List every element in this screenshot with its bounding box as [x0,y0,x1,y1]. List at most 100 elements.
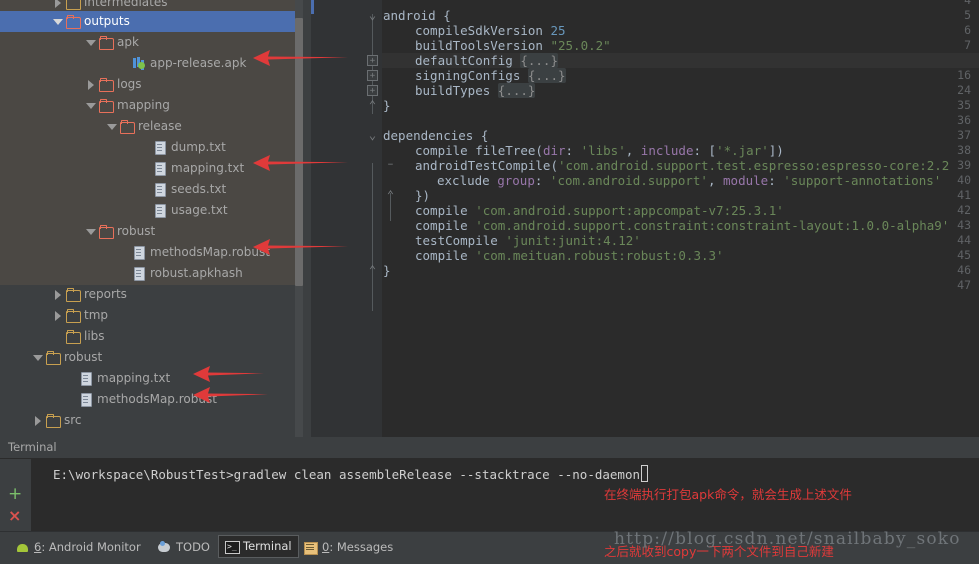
tree-row-label: intermediates [84,0,168,9]
tree-row[interactable]: methodsMap.robust [0,242,303,263]
tool-window-button-terminal[interactable]: Terminal [218,535,299,558]
tree-row[interactable]: app-release.apk [0,53,303,74]
tree-row[interactable]: robust [0,221,303,242]
fold-end-icon[interactable]: ⌃ [367,264,378,276]
tree-row[interactable]: robust [0,347,303,368]
line-number: 36 [957,113,971,127]
chevron-right-icon[interactable] [53,0,64,8]
twisty-spacer-icon [119,268,130,279]
project-tree-panel[interactable]: intermediates outputs apk app-release.apk lo… [0,0,311,437]
tree-row-label: app-release.apk [150,56,247,70]
tree-row[interactable]: logs [0,74,303,95]
tree-row-label: usage.txt [171,203,228,217]
tree-row-label: methodsMap.robust [150,245,270,259]
tool-window-button-android-monitor[interactable]: 6: Android Monitor [10,536,147,558]
tree-row[interactable]: reports [0,284,303,305]
line-number: 42 [957,203,971,217]
code-line: androidTestCompile('com.android.support.… [415,158,949,173]
tree-row[interactable]: dump.txt [0,137,303,158]
tree-row-label: robust [64,350,103,364]
chevron-right-icon[interactable] [33,415,44,426]
chevron-right-icon[interactable] [86,79,97,90]
terminal-side-toolbar[interactable]: + × [0,459,31,531]
messages-icon [304,541,318,555]
fold-collapse-icon[interactable]: ⌄ [367,129,378,141]
line-number: 46 [957,263,971,277]
tree-row[interactable]: apk [0,32,303,53]
fold-expand-icon[interactable]: + [367,85,378,96]
twisty-spacer-icon [140,142,151,153]
editor-gutter[interactable] [311,0,364,437]
tree-row[interactable]: seeds.txt [0,179,303,200]
code-token: } [383,98,391,113]
code-line: }) [415,188,430,203]
code-token: 'junit:junit:4.12' [505,233,641,248]
code-token: include [640,143,694,158]
code-token: , [625,143,641,158]
tree-row-label: src [64,413,82,427]
text-file-icon [153,204,167,218]
tree-row[interactable]: src [0,410,303,431]
code-line: compileSdkVersion 25 [415,23,566,38]
terminal-new-session-icon[interactable]: + [8,486,22,503]
chevron-down-icon[interactable] [86,226,97,237]
tree-row-label: seeds.txt [171,182,227,196]
tree-scrollbar-thumb[interactable] [295,18,303,286]
code-token: }) [415,188,431,203]
code-token: androidTestCompile( [415,158,558,173]
code-line: compile 'com.android.support.constraint:… [415,218,949,233]
code-token: : [768,173,784,188]
code-token: : [ [693,143,717,158]
tree-row[interactable]: mapping.txt [0,368,303,389]
tree-row-label: logs [117,77,142,91]
chevron-right-icon[interactable] [53,289,64,300]
code-token: : [565,143,581,158]
fold-expand-icon[interactable]: − [385,160,396,171]
tree-row[interactable]: tmp [0,305,303,326]
tree-row[interactable]: methodsMap.robust [0,389,303,410]
code-line: signingConfigs {...} [415,68,566,83]
chevron-down-icon[interactable] [33,352,44,363]
tree-row[interactable]: usage.txt [0,200,303,221]
text-file-icon [132,246,146,260]
code-editor-panel[interactable]: 45678162435363738394041424344454647 ⌄and… [311,0,979,437]
code-token: 'com.meituan.robust:robust:0.3.3' [475,248,724,263]
fold-end-icon[interactable]: ⌃ [385,189,396,201]
tree-row[interactable]: mapping.txt [0,158,303,179]
chevron-down-icon[interactable] [86,37,97,48]
chevron-down-icon[interactable] [107,121,118,132]
tool-window-button-messages[interactable]: 0: Messages [298,536,399,558]
chevron-down-icon[interactable] [53,16,64,27]
folder-icon [66,288,81,302]
code-token: dependencies { [383,128,489,143]
code-line: } [383,98,391,113]
tree-row[interactable]: mapping [0,95,303,116]
tree-row-label: reports [84,287,127,301]
code-token: compileSdkVersion [415,23,551,38]
code-token: module [723,173,769,188]
code-token: android { [383,8,451,23]
fold-collapse-icon[interactable]: ⌄ [367,9,378,21]
code-line: defaultConfig {...} [415,53,558,68]
fold-expand-icon[interactable]: + [367,55,378,66]
tree-row[interactable]: release [0,116,303,137]
apk-file-icon [132,57,146,70]
tree-row[interactable]: robust.apkhash [0,263,303,284]
tool-window-button-todo[interactable]: TODO [152,536,216,558]
tree-row-label: mapping.txt [171,161,245,175]
line-number: 6 [964,23,971,37]
android-icon [16,541,30,554]
code-token: 'com.android.support' [549,173,708,188]
tree-row[interactable]: outputs [0,11,311,32]
code-token: "25.0.2" [550,38,611,53]
chevron-down-icon[interactable] [86,100,97,111]
fold-expand-icon[interactable]: + [367,70,378,81]
fold-end-icon[interactable]: ⌃ [367,99,378,111]
terminal-close-session-icon[interactable]: × [8,508,21,524]
code-token: 'libs' [580,143,626,158]
code-token: compile fileTree( [415,143,543,158]
tree-row[interactable]: libs [0,326,303,347]
line-number: 7 [964,38,971,52]
chevron-right-icon[interactable] [53,310,64,321]
text-file-icon [79,372,93,386]
